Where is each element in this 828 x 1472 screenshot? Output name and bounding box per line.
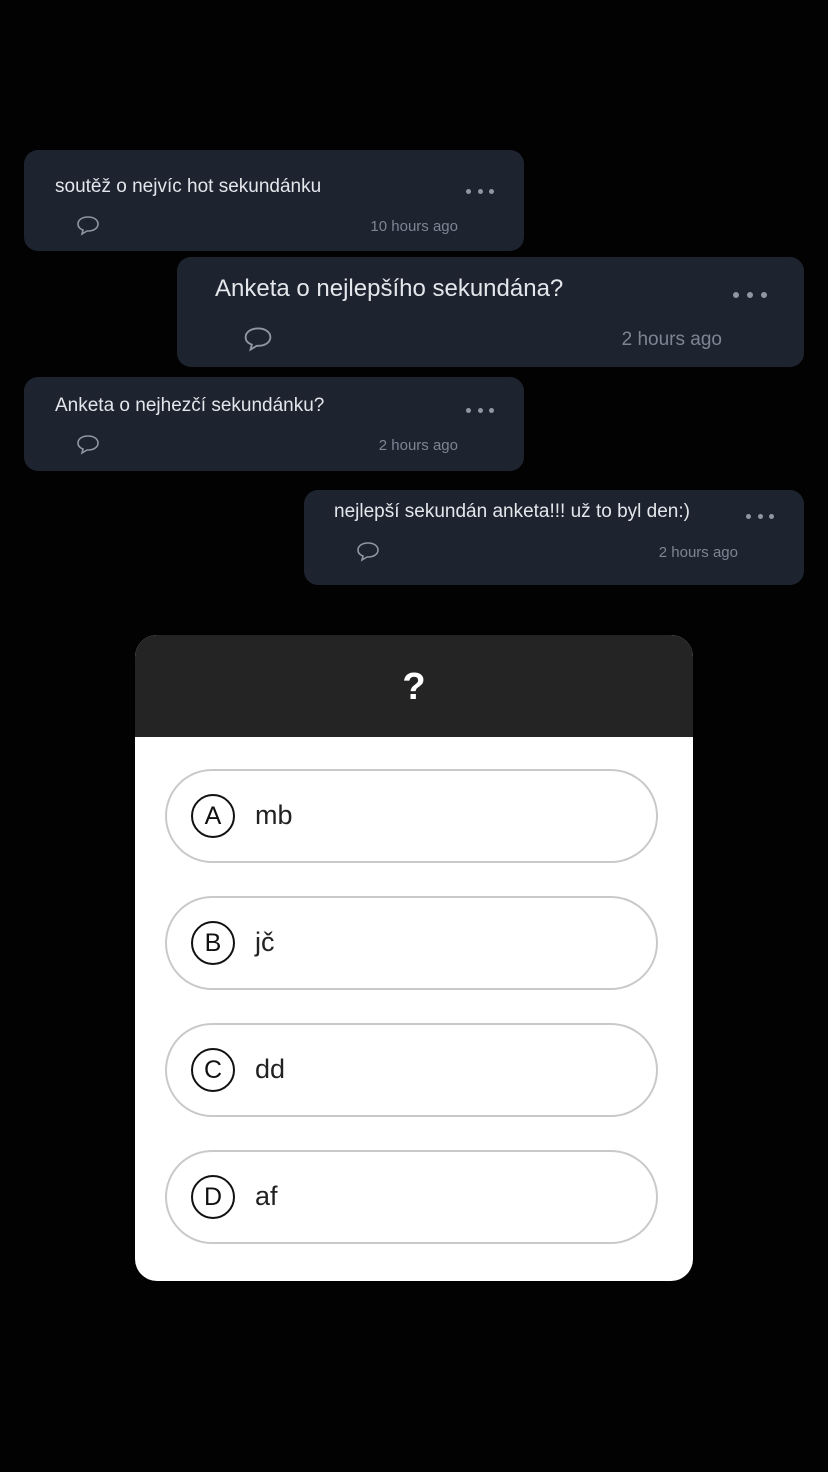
quiz-header: ? xyxy=(135,635,693,737)
quiz-option-c[interactable]: C dd xyxy=(165,1023,658,1117)
comment-bubble-icon[interactable] xyxy=(76,434,100,460)
option-letter: C xyxy=(191,1048,235,1092)
post-card[interactable]: soutěž o nejvíc hot sekundánku 10 hours … xyxy=(24,150,524,251)
more-dots-icon[interactable] xyxy=(733,288,767,302)
quiz-question: ? xyxy=(402,666,426,708)
option-label: jč xyxy=(255,927,275,957)
quiz-option-b[interactable]: B jč xyxy=(165,896,658,990)
post-text: Anketa o nejhezčí sekundánku? xyxy=(55,395,325,416)
quiz-sticker: ? A mb B jč C dd D af xyxy=(135,635,693,1281)
option-letter: A xyxy=(191,794,235,838)
option-label: af xyxy=(255,1181,278,1211)
post-timestamp: 2 hours ago xyxy=(621,329,722,350)
option-letter: D xyxy=(191,1175,235,1219)
post-text: nejlepší sekundán anketa!!! už to byl de… xyxy=(334,501,690,522)
more-dots-icon[interactable] xyxy=(746,509,774,523)
option-letter: B xyxy=(191,921,235,965)
post-text: Anketa o nejlepšího sekundána? xyxy=(215,275,564,302)
post-timestamp: 2 hours ago xyxy=(658,544,738,561)
option-label: mb xyxy=(255,800,293,830)
quiz-option-a[interactable]: A mb xyxy=(165,769,658,863)
more-dots-icon[interactable] xyxy=(466,403,494,417)
comment-bubble-icon[interactable] xyxy=(76,215,100,241)
more-dots-icon[interactable] xyxy=(466,184,494,198)
option-label: dd xyxy=(255,1054,286,1084)
post-timestamp: 10 hours ago xyxy=(370,218,458,235)
post-card[interactable]: Anketa o nejlepšího sekundána? 2 hours a… xyxy=(177,257,804,367)
post-text: soutěž o nejvíc hot sekundánku xyxy=(55,176,322,197)
comment-bubble-icon[interactable] xyxy=(243,326,273,357)
post-card[interactable]: Anketa o nejhezčí sekundánku? 2 hours ag… xyxy=(24,377,524,471)
post-card[interactable]: nejlepší sekundán anketa!!! už to byl de… xyxy=(304,490,804,585)
quiz-option-d[interactable]: D af xyxy=(165,1150,658,1244)
story-screen: soutěž o nejvíc hot sekundánku 10 hours … xyxy=(0,0,828,1472)
post-timestamp: 2 hours ago xyxy=(378,437,458,454)
comment-bubble-icon[interactable] xyxy=(356,541,380,567)
